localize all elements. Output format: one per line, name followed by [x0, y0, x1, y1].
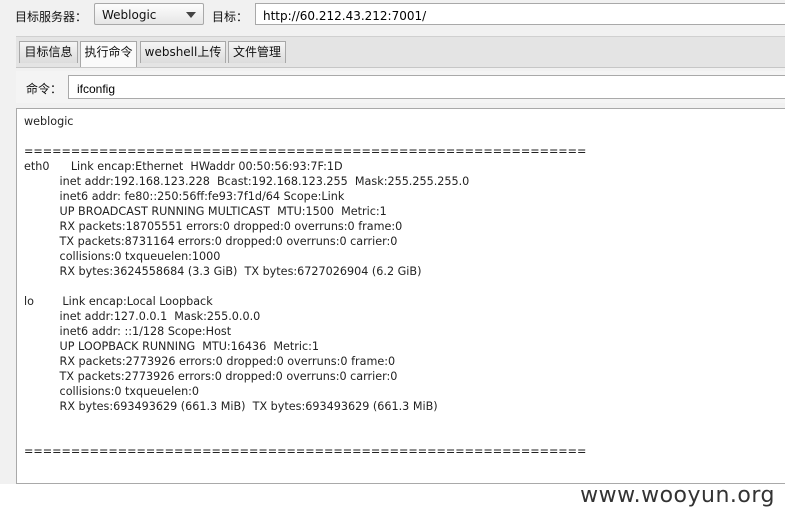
chevron-down-icon[interactable] — [186, 12, 196, 18]
target-url-input[interactable] — [255, 3, 785, 25]
tab-file-manager[interactable]: 文件管理 — [228, 41, 286, 63]
tab-bar: 目标信息 执行命令 webshell上传 文件管理 — [16, 36, 785, 68]
watermark-text: www.wooyun.org — [580, 483, 775, 508]
command-label: 命令： — [26, 82, 63, 96]
tab-execute-command[interactable]: 执行命令 — [80, 41, 137, 67]
tab-webshell-upload[interactable]: webshell上传 — [140, 41, 226, 63]
target-toolbar: 目标服务器： Weblogic 目标： — [0, 0, 785, 30]
command-output-text: weblogic ===============================… — [24, 115, 587, 458]
target-server-label: 目标服务器： — [15, 10, 88, 24]
command-output-area[interactable]: weblogic ===============================… — [16, 108, 785, 484]
target-server-select[interactable]: Weblogic — [94, 3, 204, 25]
command-input[interactable] — [68, 75, 785, 99]
target-url-label: 目标： — [212, 10, 249, 24]
target-server-value: Weblogic — [102, 8, 157, 22]
exploit-tool-window: 目标服务器： Weblogic 目标： 目标信息 执行命令 webshell上传… — [0, 0, 785, 484]
tab-target-info[interactable]: 目标信息 — [19, 41, 78, 63]
